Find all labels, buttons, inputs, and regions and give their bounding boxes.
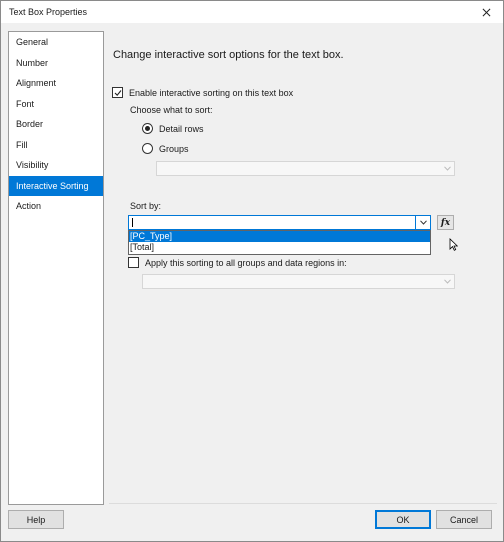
checkmark-icon <box>114 89 121 96</box>
groups-dropdown[interactable] <box>156 161 455 176</box>
sidebar-item-alignment[interactable]: Alignment <box>9 73 103 94</box>
chevron-down-icon[interactable] <box>440 162 454 175</box>
checkbox-box[interactable] <box>128 257 139 268</box>
sidebar-nav: General Number Alignment Font Border Fil… <box>8 31 104 505</box>
expression-button[interactable]: fx <box>437 215 454 230</box>
enable-sorting-checkbox[interactable]: Enable interactive sorting on this text … <box>112 87 293 98</box>
dialog-window: Text Box Properties General Number Align… <box>0 0 504 542</box>
sort-by-options-list: [PC_Type] [Total] <box>128 230 431 255</box>
help-button[interactable]: Help <box>8 510 64 529</box>
sidebar-item-action[interactable]: Action <box>9 196 103 217</box>
apply-scope-dropdown[interactable] <box>142 274 455 289</box>
sidebar-item-interactive-sorting[interactable]: Interactive Sorting <box>9 175 103 196</box>
sidebar-item-fill[interactable]: Fill <box>9 135 103 156</box>
enable-sorting-label: Enable interactive sorting on this text … <box>129 87 294 98</box>
cancel-button[interactable]: Cancel <box>436 510 492 529</box>
detail-rows-label: Detail rows <box>159 123 204 134</box>
dropdown-option-total[interactable]: [Total] <box>129 242 430 253</box>
close-button[interactable] <box>469 1 503 23</box>
apply-sorting-checkbox[interactable]: Apply this sorting to all groups and dat… <box>128 257 347 268</box>
checkbox-box[interactable] <box>112 87 123 98</box>
radio-dot <box>145 126 150 131</box>
footer-divider <box>109 503 497 504</box>
sidebar-item-border[interactable]: Border <box>9 114 103 135</box>
sidebar-item-visibility[interactable]: Visibility <box>9 155 103 176</box>
groups-label: Groups <box>159 143 189 154</box>
chevron-down-icon[interactable] <box>415 216 430 229</box>
sort-by-label: Sort by: <box>130 201 162 211</box>
detail-rows-radio[interactable]: Detail rows <box>142 123 204 134</box>
radio-circle[interactable] <box>142 143 153 154</box>
dropdown-option-pc-type[interactable]: [PC_Type] <box>129 231 430 242</box>
groups-radio[interactable]: Groups <box>142 143 189 154</box>
text-caret <box>132 218 133 227</box>
chevron-down-icon[interactable] <box>440 275 454 288</box>
choose-what-to-sort-label: Choose what to sort: <box>130 105 213 115</box>
close-icon <box>482 8 490 16</box>
title-bar[interactable]: Text Box Properties <box>1 1 503 23</box>
ok-button[interactable]: OK <box>375 510 431 529</box>
mouse-cursor-icon <box>449 238 458 251</box>
apply-sorting-label: Apply this sorting to all groups and dat… <box>145 257 347 268</box>
sidebar-item-font[interactable]: Font <box>9 94 103 115</box>
sort-by-dropdown[interactable] <box>128 215 431 230</box>
sidebar-item-general[interactable]: General <box>9 32 103 53</box>
page-title: Change interactive sort options for the … <box>113 49 344 61</box>
sidebar-item-number[interactable]: Number <box>9 53 103 74</box>
radio-circle[interactable] <box>142 123 153 134</box>
window-title: Text Box Properties <box>9 7 88 17</box>
properties-panel: Change interactive sort options for the … <box>109 31 499 501</box>
